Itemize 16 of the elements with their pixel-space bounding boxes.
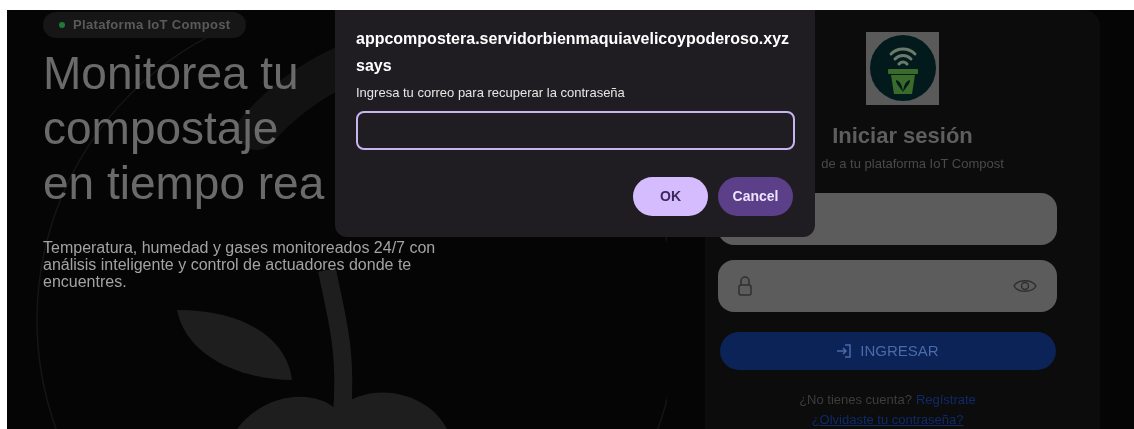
eye-icon[interactable] (1013, 278, 1037, 295)
login-subtitle: de a tu plataforma IoT Compost (821, 154, 1004, 173)
lock-icon (738, 276, 752, 297)
login-button[interactable]: INGRESAR (719, 332, 1056, 370)
login-title: Iniciar sesión (832, 121, 973, 150)
dialog-message: Ingresa tu correo para recuperar la contraseña (356, 84, 626, 102)
hero-headline: Monitorea tu compostaje en tiempo rea (43, 46, 325, 211)
badge-label: Plataforma IoT Compost (73, 16, 231, 35)
ok-button[interactable]: OK (633, 176, 708, 216)
signup-link[interactable]: Regístrate (915, 390, 976, 410)
hero-description: Temperatura, humedad y gases monitoreados 24/7 con análisis inteligente y control de actuadores donde te encuentres. (43, 239, 437, 290)
forgot-password-link[interactable]: ¿Olvidaste tu contraseña? (811, 409, 964, 429)
dialog-title: appcompostera.servidorbienmaquiavelicoypoderoso.xyz says (356, 29, 791, 76)
cancel-button[interactable]: Cancel (718, 176, 793, 216)
login-icon (836, 343, 853, 360)
password-field[interactable] (718, 260, 1057, 313)
